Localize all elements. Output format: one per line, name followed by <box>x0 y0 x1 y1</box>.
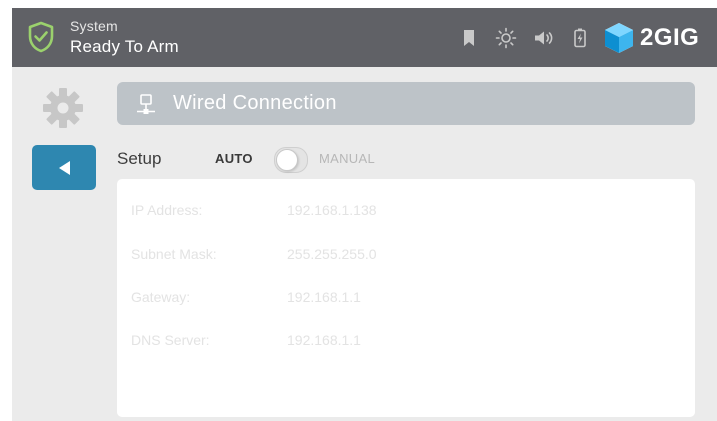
toggle-knob <box>276 149 298 171</box>
system-status: Ready To Arm <box>70 37 179 56</box>
brightness-icon[interactable] <box>495 27 517 49</box>
network-icon <box>137 93 155 114</box>
dns-server-label: DNS Server: <box>131 332 210 348</box>
system-label: System <box>70 18 118 34</box>
mode-auto-label[interactable]: AUTO <box>215 151 253 166</box>
2gig-logo-cube-icon <box>605 23 633 53</box>
ip-address-value: 192.168.1.138 <box>287 202 377 218</box>
brand-name: 2GIG <box>640 24 700 51</box>
mode-manual-label[interactable]: MANUAL <box>319 151 375 166</box>
network-settings-card: IP Address: 192.168.1.138 Subnet Mask: 2… <box>117 179 695 417</box>
battery-charging-icon <box>574 28 586 48</box>
page-title: Wired Connection <box>173 92 337 114</box>
settings-gear-icon[interactable] <box>42 87 84 129</box>
gateway-label: Gateway: <box>131 289 191 305</box>
brand-logo: 2GIG <box>602 21 699 55</box>
bookmark-icon[interactable] <box>458 27 480 49</box>
subnet-mask-label: Subnet Mask: <box>131 246 217 262</box>
panel-screen: System Ready To Arm 2GIG Wired Connectio… <box>12 8 717 421</box>
shield-check-icon <box>28 21 54 53</box>
status-bar: System Ready To Arm 2GIG <box>12 8 717 67</box>
back-button[interactable] <box>32 145 96 190</box>
dns-server-value: 192.168.1.1 <box>287 332 361 348</box>
back-arrow-icon <box>59 160 70 175</box>
subnet-mask-value: 255.255.255.0 <box>287 246 377 262</box>
setup-label: Setup <box>117 149 162 168</box>
page-header: Wired Connection <box>117 82 695 125</box>
ip-address-label: IP Address: <box>131 202 203 218</box>
gateway-value: 192.168.1.1 <box>287 289 361 305</box>
mode-toggle[interactable] <box>274 147 308 173</box>
status-icons <box>458 27 606 49</box>
volume-icon[interactable] <box>532 27 554 49</box>
